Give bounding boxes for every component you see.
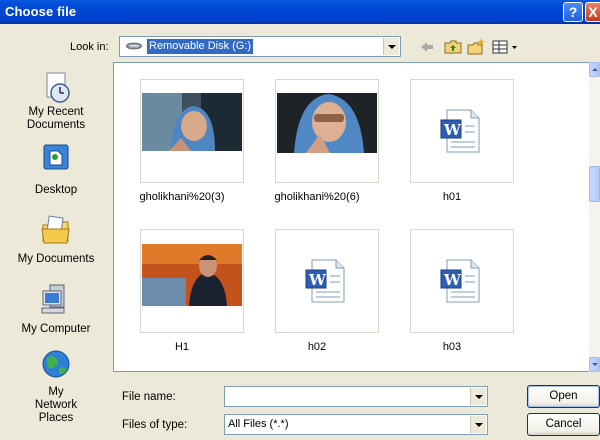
back-icon[interactable] bbox=[417, 37, 437, 57]
look-in-dropdown-arrow[interactable] bbox=[383, 38, 399, 55]
file-thumbnail[interactable]: W bbox=[275, 229, 379, 333]
file-name-label: H1 bbox=[174, 341, 190, 353]
file-thumbnail[interactable]: W bbox=[410, 79, 514, 183]
look-in-value: Removable Disk (G:) bbox=[147, 39, 254, 54]
window-title: Choose file bbox=[5, 4, 77, 19]
file-name-label: h01 bbox=[442, 191, 462, 203]
file-thumbnail[interactable]: W bbox=[410, 229, 514, 333]
place-my-documents[interactable]: My Documents bbox=[0, 213, 112, 266]
scroll-down-button[interactable] bbox=[589, 357, 600, 372]
place-label: My Recent Documents bbox=[26, 106, 86, 131]
file-name-label: h03 bbox=[442, 341, 462, 353]
svg-text:W: W bbox=[443, 271, 462, 289]
files-of-type-label: Files of type: bbox=[122, 419, 188, 431]
open-button[interactable]: Open bbox=[527, 385, 600, 408]
my-computer-icon bbox=[41, 284, 65, 314]
look-in-dropdown[interactable]: Removable Disk (G:) bbox=[119, 36, 401, 57]
file-name-label: gholikhani%20(3) bbox=[139, 191, 225, 203]
removable-disk-icon bbox=[126, 42, 142, 50]
file-name-field-label: File name: bbox=[122, 391, 176, 403]
new-folder-icon[interactable] bbox=[466, 37, 486, 57]
recent-documents-icon bbox=[46, 72, 70, 103]
file-name-dropdown-arrow[interactable] bbox=[470, 388, 486, 405]
place-recent-documents[interactable]: My Recent Documents bbox=[0, 71, 112, 132]
place-my-computer[interactable]: My Computer bbox=[0, 283, 112, 336]
file-list-scrollbar[interactable] bbox=[589, 62, 600, 372]
scroll-thumb[interactable] bbox=[589, 166, 600, 202]
up-one-level-icon[interactable] bbox=[443, 37, 463, 57]
look-in-label: Look in: bbox=[70, 41, 109, 53]
places-bar: My Recent Documents Desktop My Documents… bbox=[0, 62, 112, 440]
place-label: My Computer bbox=[21, 323, 91, 335]
file-name-input[interactable] bbox=[224, 386, 488, 407]
photo-thumbnail-icon bbox=[142, 244, 242, 306]
place-network[interactable]: My Network Places bbox=[0, 348, 112, 425]
my-documents-icon bbox=[41, 215, 70, 244]
file-name-label: h02 bbox=[307, 341, 327, 353]
word-document-icon: W bbox=[440, 109, 480, 153]
file-list[interactable]: gholikhani%20(3) gholikhani%20(6) W h01 bbox=[113, 62, 600, 372]
views-menu-icon[interactable] bbox=[491, 37, 521, 57]
title-bar: Choose file ? X bbox=[0, 0, 600, 24]
cancel-button[interactable]: Cancel bbox=[527, 413, 600, 436]
files-of-type-value: All Files (*.*) bbox=[228, 418, 289, 430]
file-thumbnail[interactable] bbox=[140, 79, 244, 183]
file-thumbnail[interactable] bbox=[275, 79, 379, 183]
close-button[interactable]: X bbox=[585, 2, 600, 22]
scroll-up-button[interactable] bbox=[589, 62, 600, 77]
photo-thumbnail-icon bbox=[142, 93, 242, 151]
network-places-icon bbox=[42, 350, 70, 378]
file-name-label: gholikhani%20(6) bbox=[274, 191, 360, 203]
files-of-type-dropdown[interactable]: All Files (*.*) bbox=[224, 414, 488, 435]
help-button[interactable]: ? bbox=[563, 2, 583, 22]
svg-text:W: W bbox=[308, 271, 327, 289]
place-desktop[interactable]: Desktop bbox=[0, 142, 112, 197]
desktop-icon bbox=[43, 144, 69, 170]
word-document-icon: W bbox=[305, 259, 345, 303]
photo-thumbnail-icon bbox=[277, 93, 377, 153]
file-thumbnail[interactable] bbox=[140, 229, 244, 333]
place-label: My Documents bbox=[17, 253, 95, 265]
svg-text:W: W bbox=[443, 121, 462, 139]
place-label: Desktop bbox=[34, 184, 78, 196]
place-label: My Network Places bbox=[34, 386, 78, 424]
files-of-type-dropdown-arrow[interactable] bbox=[470, 416, 486, 433]
word-document-icon: W bbox=[440, 259, 480, 303]
